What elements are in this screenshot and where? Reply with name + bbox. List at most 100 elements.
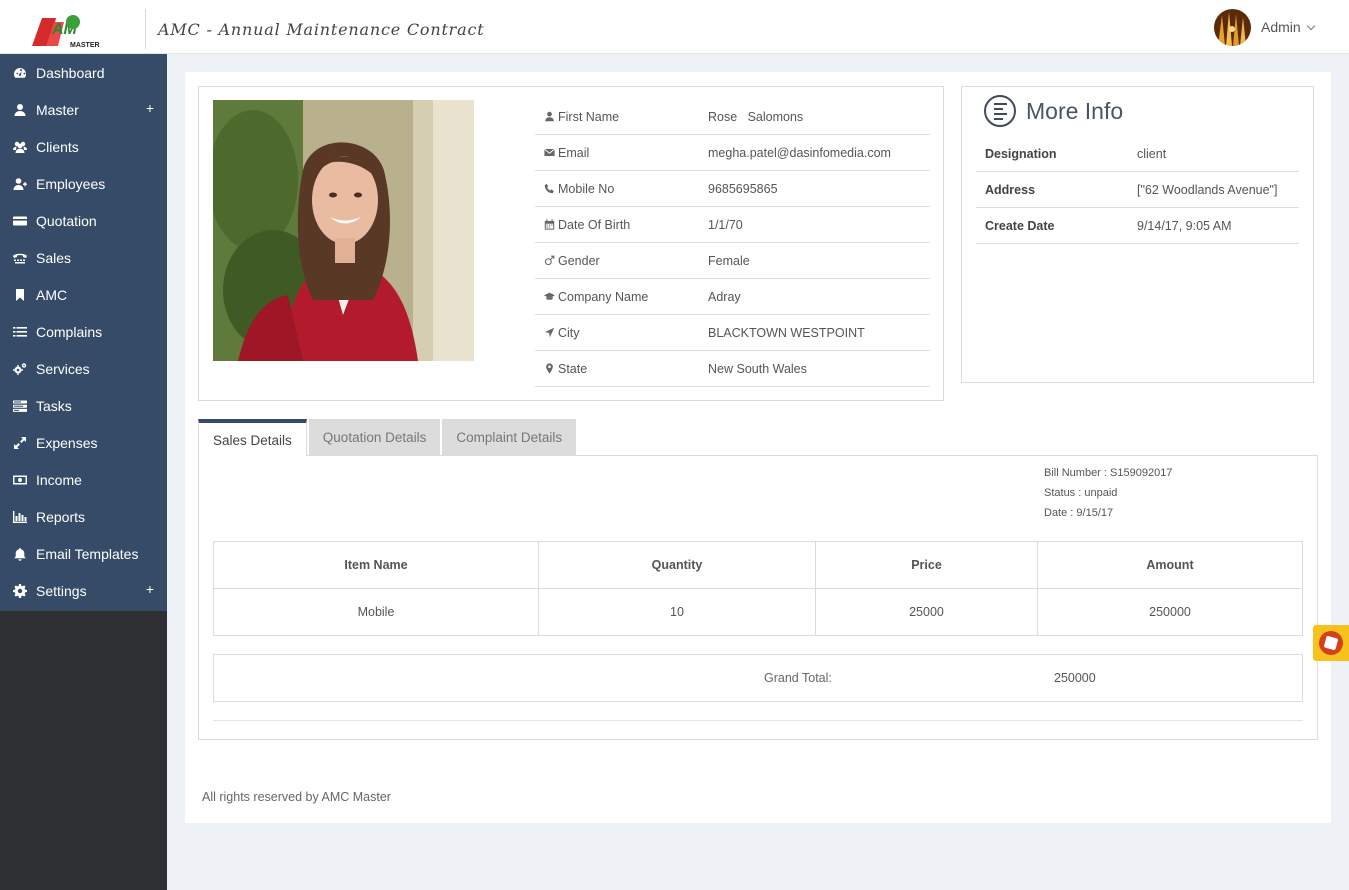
grand-total-label: Grand Total: — [764, 671, 832, 685]
sidebar-item-label: Quotation — [36, 212, 97, 229]
user-icon — [545, 111, 554, 122]
more-info-value: 9/14/17, 9:05 AM — [1137, 218, 1232, 233]
users-icon — [13, 140, 27, 154]
bill-info: Bill Number : S159092017 Status : unpaid… — [1044, 463, 1172, 523]
sidebar-item-label: Sales — [36, 249, 72, 266]
sidebar-item-label: Email Templates — [36, 545, 139, 562]
detail-value: Rose Salomons — [708, 109, 804, 124]
credit-card-icon — [13, 214, 27, 228]
table-cell: 10 — [538, 588, 816, 636]
sidebar-item-tasks[interactable]: Tasks — [0, 387, 167, 424]
sidebar-item-label: Master — [36, 101, 79, 118]
tty-icon — [13, 251, 27, 265]
divider — [213, 720, 1303, 721]
detail-row-city: City BLACKTOWN WESTPOINT — [535, 315, 930, 351]
money-icon — [13, 473, 27, 487]
more-info-table: Designation client Address ["62 Woodland… — [976, 136, 1299, 244]
sidebar-item-reports[interactable]: Reports — [0, 498, 167, 535]
detail-value: Adray — [708, 289, 741, 304]
sidebar-item-employees[interactable]: Employees — [0, 165, 167, 202]
sidebar-item-complains[interactable]: Complains — [0, 313, 167, 350]
grand-total-box — [213, 654, 1303, 702]
bell-icon — [13, 547, 27, 561]
expand-icon[interactable]: + — [146, 100, 154, 116]
detail-row-company: Company Name Adray — [535, 279, 930, 315]
user-menu[interactable]: Admin — [1214, 8, 1315, 46]
detail-row-first-name: First Name Rose Salomons — [535, 99, 930, 135]
sidebar-item-master[interactable]: Master + — [0, 91, 167, 128]
more-info-value: ["62 Woodlands Avenue"] — [1137, 182, 1278, 197]
detail-label: Company Name — [558, 289, 649, 304]
detail-value: New South Wales — [708, 361, 807, 376]
detail-value: 1/1/70 — [708, 217, 743, 232]
detail-label: Date Of Birth — [558, 217, 631, 232]
column-header: Quantity — [538, 541, 816, 589]
tasks-icon — [13, 399, 27, 413]
bill-date: Date : 9/15/17 — [1044, 507, 1114, 519]
sidebar-item-email-templates[interactable]: Email Templates — [0, 535, 167, 572]
detail-label: Mobile No — [558, 181, 615, 196]
bill-number: Bill Number : S159092017 — [1044, 467, 1173, 479]
more-info-heading: More Info — [1026, 97, 1124, 124]
details-tabs: Sales Details Quotation Details Complain… — [198, 419, 578, 456]
list-icon — [13, 325, 27, 339]
sidebar: Dashboard Master + Clients Employees Quo… — [0, 54, 167, 890]
more-info-title: More Info — [984, 95, 1123, 127]
header-divider — [145, 9, 146, 49]
table-cell: 250000 — [1037, 588, 1303, 636]
detail-label: State — [558, 361, 588, 376]
detail-value: megha.patel@dasinfomedia.com — [708, 145, 891, 160]
detail-row-gender: Gender Female — [535, 243, 930, 279]
sidebar-item-amc[interactable]: AMC — [0, 276, 167, 313]
column-header: Item Name — [213, 541, 539, 589]
sidebar-item-clients[interactable]: Clients — [0, 128, 167, 165]
more-info-row: Create Date 9/14/17, 9:05 AM — [976, 208, 1299, 244]
detail-value: BLACKTOWN WESTPOINT — [708, 325, 865, 340]
tab-quotation-details[interactable]: Quotation Details — [308, 419, 441, 455]
avatar — [1214, 8, 1251, 46]
sidebar-item-label: Services — [36, 360, 90, 377]
expand-icon — [13, 436, 27, 450]
sidebar-item-label: Clients — [36, 138, 79, 155]
detail-label: Gender — [558, 253, 600, 268]
table-cell: 25000 — [815, 588, 1038, 636]
sales-items-table: Item Name Quantity Price Amount Mobile 1… — [213, 541, 1303, 636]
tab-complaint-details[interactable]: Complaint Details — [442, 419, 577, 455]
svg-text:MASTER: MASTER — [70, 42, 100, 49]
calendar-icon — [544, 219, 555, 230]
align-left-icon — [984, 95, 1016, 127]
dashboard-icon — [13, 66, 27, 80]
sidebar-item-income[interactable]: Income — [0, 461, 167, 498]
sidebar-item-expenses[interactable]: Expenses — [0, 424, 167, 461]
client-details-table: First Name Rose Salomons Email megha.pat… — [535, 99, 930, 387]
tab-sales-details[interactable]: Sales Details — [198, 419, 307, 456]
detail-row-state: State New South Wales — [535, 351, 930, 387]
footer-text: All rights reserved by AMC Master — [202, 790, 391, 804]
profile-photo — [213, 100, 474, 361]
sidebar-item-label: Expenses — [36, 434, 98, 451]
app-logo[interactable]: AM MASTER — [28, 12, 108, 50]
sidebar-item-settings[interactable]: Settings + — [0, 572, 167, 609]
sidebar-item-sales[interactable]: Sales — [0, 239, 167, 276]
sidebar-nav: Dashboard Master + Clients Employees Quo… — [0, 54, 167, 611]
detail-label: City — [558, 325, 580, 340]
detail-row-email: Email megha.patel@dasinfomedia.com — [535, 135, 930, 171]
bookmark-icon — [13, 288, 27, 302]
sidebar-item-quotation[interactable]: Quotation — [0, 202, 167, 239]
sidebar-item-dashboard[interactable]: Dashboard — [0, 54, 167, 91]
graduation-cap-icon — [544, 292, 555, 300]
user-name: Admin — [1261, 19, 1301, 35]
floating-help-button[interactable] — [1313, 625, 1349, 661]
mars-icon — [544, 255, 555, 266]
table-row: Mobile 10 25000 250000 — [213, 588, 1303, 636]
more-info-label: Designation — [985, 146, 1057, 161]
sidebar-item-label: Settings — [36, 582, 87, 599]
sidebar-item-label: Reports — [36, 508, 86, 525]
detail-label: Email — [558, 145, 590, 160]
detail-label: First Name — [558, 109, 620, 124]
detail-value: 9685695865 — [708, 181, 778, 196]
column-header: Price — [815, 541, 1038, 589]
grand-total-value: 250000 — [1054, 671, 1096, 685]
expand-icon[interactable]: + — [146, 581, 154, 597]
sidebar-item-services[interactable]: Services — [0, 350, 167, 387]
